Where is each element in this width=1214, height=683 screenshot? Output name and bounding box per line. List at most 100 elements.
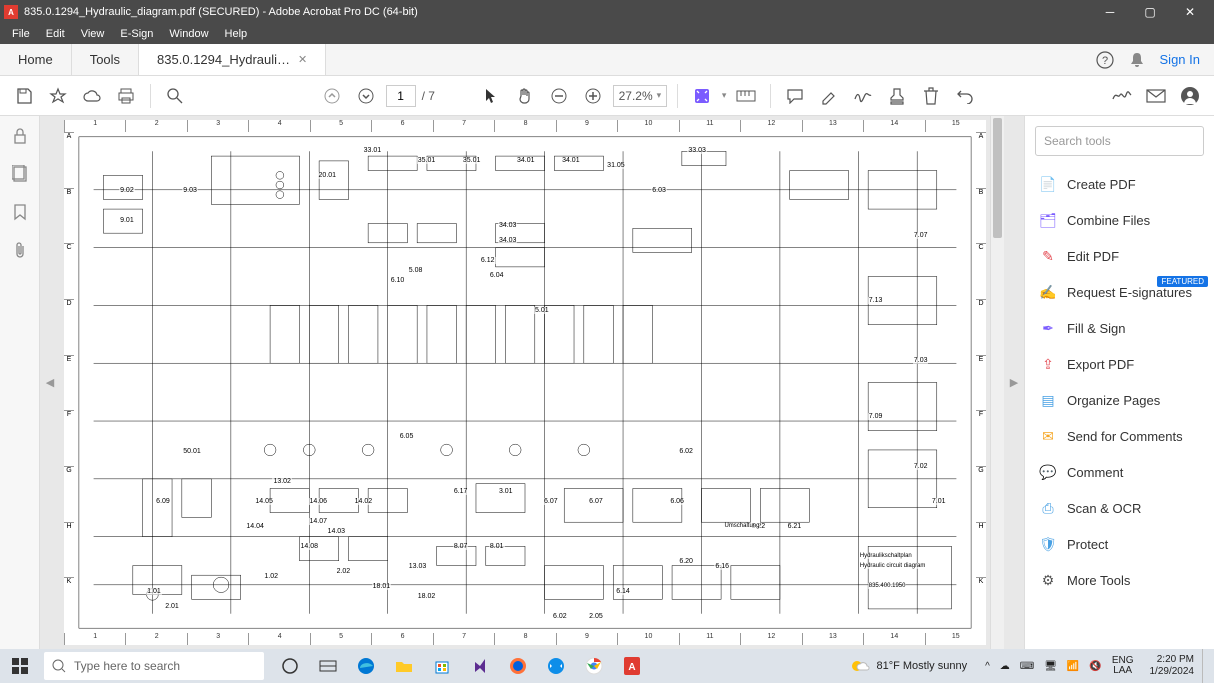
- tool-create-pdf[interactable]: 📄Create PDF: [1025, 166, 1214, 202]
- tab-home-label: Home: [18, 52, 53, 67]
- profile-icon[interactable]: [1176, 82, 1204, 110]
- app-chrome[interactable]: [576, 649, 612, 683]
- clock-date: 1/29/2024: [1150, 666, 1195, 678]
- stamp-icon[interactable]: [883, 82, 911, 110]
- tray-keyboard-icon[interactable]: ⌨: [1020, 661, 1034, 672]
- minimize-button[interactable]: ─: [1090, 0, 1130, 24]
- menu-window[interactable]: Window: [161, 28, 216, 40]
- start-button[interactable]: [0, 649, 40, 683]
- tray-chevron-icon[interactable]: ^: [985, 661, 990, 672]
- app-vs[interactable]: [462, 649, 498, 683]
- tool-send-for-comments[interactable]: ✉Send for Comments: [1025, 418, 1214, 454]
- app-taskview[interactable]: [310, 649, 346, 683]
- hand-icon[interactable]: [511, 82, 539, 110]
- cloud-icon[interactable]: [78, 82, 106, 110]
- zoom-in-icon[interactable]: [579, 82, 607, 110]
- search-tools-input[interactable]: Search tools: [1035, 126, 1204, 156]
- tray-wifi-icon[interactable]: 📶: [1067, 661, 1079, 672]
- thumbnails-icon[interactable]: [10, 164, 30, 184]
- taskbar-search[interactable]: Type here to search: [44, 652, 264, 680]
- diagram-label: 50.01: [182, 448, 202, 455]
- weather-widget[interactable]: 81°F Mostly sunny: [840, 656, 977, 676]
- tab-home[interactable]: Home: [0, 44, 72, 75]
- fit-page-icon[interactable]: [688, 82, 716, 110]
- tool-more-tools[interactable]: ⚙More Tools: [1025, 562, 1214, 598]
- comment-icon[interactable]: [781, 82, 809, 110]
- menu-help[interactable]: Help: [217, 28, 256, 40]
- lock-icon[interactable]: [10, 126, 30, 146]
- menu-file[interactable]: File: [4, 28, 38, 40]
- tool-icon: ✒: [1039, 319, 1057, 337]
- signin-link[interactable]: Sign In: [1160, 52, 1200, 67]
- prev-page-arrow[interactable]: ◀: [40, 116, 60, 649]
- print-icon[interactable]: [112, 82, 140, 110]
- tool-edit-pdf[interactable]: ✎Edit PDF: [1025, 238, 1214, 274]
- zoom-display[interactable]: 27.2%▾: [613, 85, 667, 107]
- menu-edit[interactable]: Edit: [38, 28, 73, 40]
- app-edge[interactable]: [348, 649, 384, 683]
- diagram-label: 6.14: [615, 588, 631, 595]
- tray-display-icon[interactable]: 🖥: [1044, 661, 1057, 672]
- app-store[interactable]: [424, 649, 460, 683]
- main-area: ◀ 123456789101112131415 1234567891011121…: [0, 116, 1214, 649]
- app-cortana[interactable]: [272, 649, 308, 683]
- maximize-button[interactable]: ▢: [1130, 0, 1170, 24]
- diagram-label: 7.03: [913, 357, 929, 364]
- vertical-scrollbar[interactable]: [990, 116, 1004, 649]
- diagram-label: 14.02: [354, 498, 374, 505]
- attachment-icon[interactable]: [10, 240, 30, 260]
- diagram-label: 6.02: [678, 448, 694, 455]
- document-page[interactable]: 123456789101112131415 123456789101112131…: [64, 120, 986, 645]
- taskbar-clock[interactable]: 2:20 PM 1/29/2024: [1142, 654, 1203, 678]
- tool-request-e-signatures[interactable]: ✍Request E-signaturesFEATURED: [1025, 274, 1214, 310]
- zoom-out-icon[interactable]: [545, 82, 573, 110]
- save-icon[interactable]: [10, 82, 38, 110]
- toolbar: / 7 27.2%▾ ▾: [0, 76, 1214, 116]
- help-icon[interactable]: ?: [1096, 51, 1114, 69]
- mail-icon[interactable]: [1142, 82, 1170, 110]
- sign-icon[interactable]: [849, 82, 877, 110]
- find-icon[interactable]: [161, 82, 189, 110]
- tray-onedrive-icon[interactable]: ☁: [1000, 661, 1010, 672]
- tab-close-icon[interactable]: ✕: [298, 53, 307, 66]
- app-teamviewer[interactable]: [538, 649, 574, 683]
- diagram-label: 34.03: [498, 237, 518, 244]
- trash-icon[interactable]: [917, 82, 945, 110]
- tool-fill-sign[interactable]: ✒Fill & Sign: [1025, 310, 1214, 346]
- signature-icon[interactable]: [1108, 82, 1136, 110]
- windows-taskbar: Type here to search A 81°F Mostly sunny …: [0, 649, 1214, 683]
- app-firefox[interactable]: [500, 649, 536, 683]
- next-page-arrow[interactable]: ▶: [1004, 116, 1024, 649]
- tab-tools[interactable]: Tools: [72, 44, 139, 75]
- star-icon[interactable]: [44, 82, 72, 110]
- taskbar-apps: A: [272, 649, 650, 683]
- menu-esign[interactable]: E-Sign: [112, 28, 161, 40]
- tool-organize-pages[interactable]: ▤Organize Pages: [1025, 382, 1214, 418]
- tray-volume-icon[interactable]: 🔇: [1089, 661, 1101, 672]
- app-acrobat[interactable]: A: [614, 649, 650, 683]
- tool-export-pdf[interactable]: ⇪Export PDF: [1025, 346, 1214, 382]
- chevron-down-icon[interactable]: ▾: [722, 90, 727, 101]
- tool-scan-ocr[interactable]: ⎙Scan & OCR: [1025, 490, 1214, 526]
- close-button[interactable]: ✕: [1170, 0, 1210, 24]
- undo-icon[interactable]: [951, 82, 979, 110]
- ruler-icon[interactable]: [732, 82, 760, 110]
- menu-view[interactable]: View: [73, 28, 113, 40]
- tool-combine-files[interactable]: 🗂Combine Files: [1025, 202, 1214, 238]
- show-desktop-button[interactable]: [1202, 649, 1214, 683]
- scrollbar-thumb[interactable]: [993, 118, 1002, 238]
- pointer-icon[interactable]: [477, 82, 505, 110]
- tool-protect[interactable]: 🛡Protect: [1025, 526, 1214, 562]
- page-down-icon[interactable]: [352, 82, 380, 110]
- page-up-icon[interactable]: [318, 82, 346, 110]
- page-input[interactable]: [386, 85, 416, 107]
- highlight-icon[interactable]: [815, 82, 843, 110]
- bell-icon[interactable]: [1128, 51, 1146, 69]
- tool-comment[interactable]: 💬Comment: [1025, 454, 1214, 490]
- diagram-label: 14.08: [300, 543, 320, 550]
- weather-text: 81°F Mostly sunny: [876, 660, 967, 672]
- tab-document[interactable]: 835.0.1294_Hydrauli… ✕: [139, 44, 326, 75]
- app-explorer[interactable]: [386, 649, 422, 683]
- diagram-label: 9.01: [119, 217, 135, 224]
- bookmark-icon[interactable]: [10, 202, 30, 222]
